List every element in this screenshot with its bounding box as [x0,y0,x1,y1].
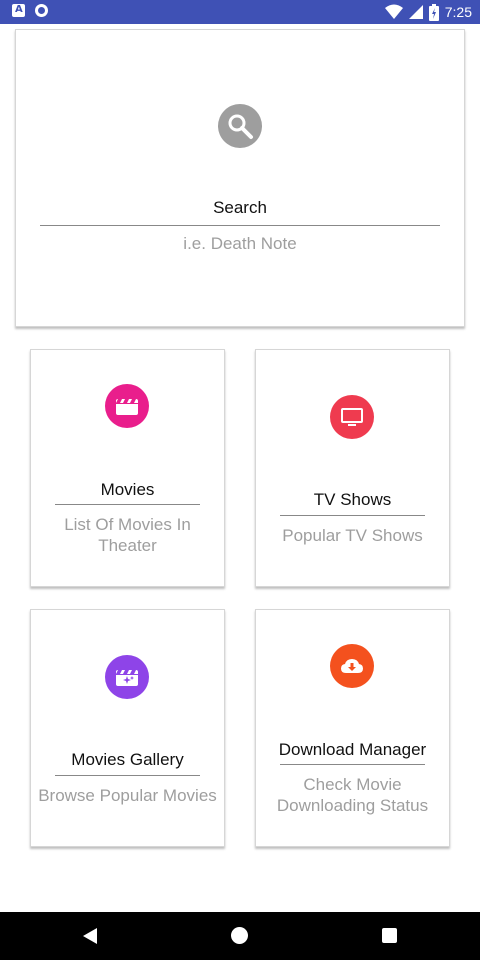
movies-subtitle-line2: Theater [98,536,157,555]
movies-gallery-subtitle: Browse Popular Movies [38,786,217,805]
download-manager-subtitle-line1: Check Movie [303,775,402,794]
movie-gallery-icon [105,655,149,699]
movies-divider [55,504,200,505]
search-card[interactable]: Search i.e. Death Note [15,29,465,327]
movies-gallery-divider [55,775,200,776]
tv-shows-subtitle: Popular TV Shows [282,526,423,545]
notification-a-icon [12,4,25,17]
movies-gallery-card[interactable]: Movies Gallery Browse Popular Movies [30,609,225,847]
record-icon [35,4,48,17]
tv-shows-card[interactable]: TV Shows Popular TV Shows [255,349,450,587]
search-icon[interactable] [218,104,262,148]
download-manager-subtitle-line2: Downloading Status [276,796,429,815]
download-manager-divider [280,764,425,765]
download-manager-subtitle: Check Movie Downloading Status [256,774,449,816]
status-left-group [12,4,48,17]
search-label: Search [213,198,267,217]
signal-icon [408,5,423,19]
download-manager-title: Download Manager [278,740,427,759]
search-placeholder: i.e. Death Note [183,234,297,253]
cloud-download-icon [330,644,374,688]
wifi-icon [384,4,403,19]
status-right-group: 7:25 [384,2,472,22]
movie-clapper-icon [105,384,149,428]
status-bar: 7:25 [0,0,480,24]
search-divider [40,225,440,226]
home-icon[interactable] [231,927,248,944]
battery-icon [428,3,439,21]
movies-card[interactable]: Movies List Of Movies In Theater [30,349,225,587]
movies-subtitle-line1: List Of Movies In [64,515,191,534]
movies-gallery-title: Movies Gallery [71,750,184,769]
navigation-bar [0,912,480,960]
back-icon[interactable] [82,927,98,945]
movies-subtitle: List Of Movies In Theater [31,514,224,556]
recents-icon[interactable] [382,928,397,943]
tv-shows-divider [280,515,425,516]
download-manager-card[interactable]: Download Manager Check Movie Downloading… [255,609,450,847]
status-time: 7:25 [444,4,472,20]
tv-icon [330,395,374,439]
movies-title: Movies [100,480,155,499]
tv-shows-title: TV Shows [313,490,392,509]
